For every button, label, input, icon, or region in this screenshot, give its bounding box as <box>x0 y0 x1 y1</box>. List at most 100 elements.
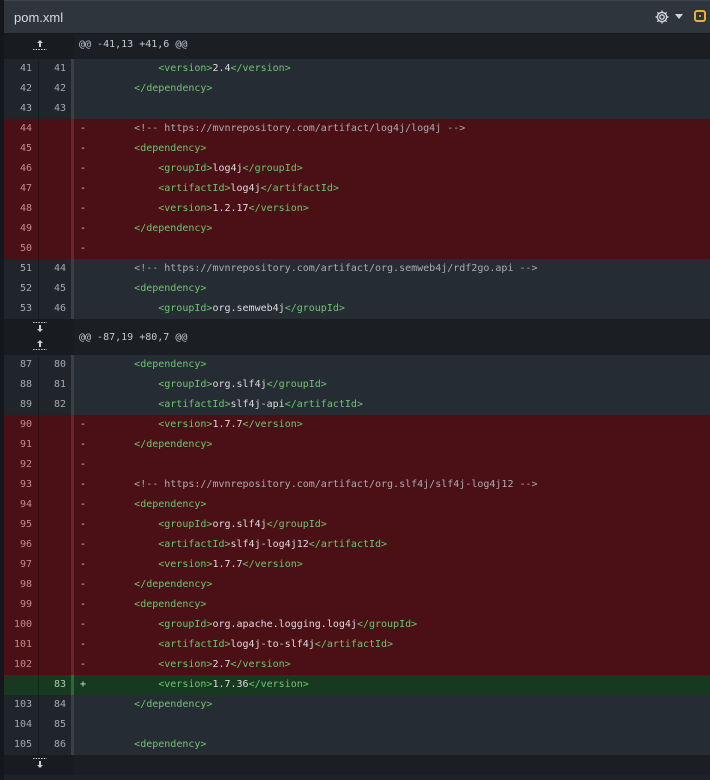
old-line-number[interactable]: 102 <box>4 655 38 675</box>
caret-down-icon[interactable] <box>675 14 683 19</box>
old-line-number[interactable]: 88 <box>4 375 38 395</box>
old-line-number[interactable]: 103 <box>4 695 38 715</box>
xml-tag: <groupId> <box>158 379 213 390</box>
new-line-number[interactable]: 84 <box>39 695 71 715</box>
new-line-number[interactable] <box>39 415 71 435</box>
new-line-number[interactable]: 44 <box>39 259 71 279</box>
xml-tag: <groupId> <box>158 519 213 530</box>
change-marker <box>71 455 74 475</box>
xml-tag: <artifactId> <box>158 639 231 650</box>
new-line-number[interactable] <box>39 495 71 515</box>
new-line-number[interactable] <box>39 435 71 455</box>
new-line-number[interactable]: 85 <box>39 715 71 735</box>
diff-sign: - <box>80 459 87 470</box>
expand-up-icon[interactable] <box>32 339 48 351</box>
xml-text: log4j <box>230 183 261 194</box>
old-line-number[interactable]: 93 <box>4 475 38 495</box>
code-line: <groupId>log4j</groupId> <box>86 159 303 179</box>
old-line-number[interactable]: 42 <box>4 79 38 99</box>
new-line-number[interactable] <box>39 199 71 219</box>
new-line-number[interactable] <box>39 575 71 595</box>
old-line-number[interactable]: 46 <box>4 159 38 179</box>
change-marker <box>71 355 74 375</box>
new-line-number[interactable] <box>39 535 71 555</box>
new-line-number[interactable] <box>39 475 71 495</box>
old-line-number[interactable]: 41 <box>4 59 38 79</box>
old-line-number[interactable]: 90 <box>4 415 38 435</box>
old-line-number[interactable]: 98 <box>4 575 38 595</box>
old-line-number[interactable]: 44 <box>4 119 38 139</box>
old-line-number[interactable]: 49 <box>4 219 38 239</box>
xml-tag: </dependency> <box>134 83 213 94</box>
expand-down-icon[interactable] <box>32 757 48 769</box>
old-line-number[interactable]: 43 <box>4 99 38 119</box>
old-line-number[interactable]: 95 <box>4 515 38 535</box>
new-line-number[interactable]: 43 <box>39 99 71 119</box>
new-line-number[interactable] <box>39 179 71 199</box>
xml-tag: <artifactId> <box>158 539 231 550</box>
old-line-number[interactable]: 45 <box>4 139 38 159</box>
old-line-number[interactable]: 92 <box>4 455 38 475</box>
xml-text: 2.4 <box>212 63 231 74</box>
old-line-number[interactable]: 51 <box>4 259 38 279</box>
old-line-number[interactable]: 99 <box>4 595 38 615</box>
new-line-number[interactable] <box>39 219 71 239</box>
new-line-number[interactable] <box>39 515 71 535</box>
xml-tag: <version> <box>158 679 213 690</box>
gear-icon[interactable] <box>654 9 670 25</box>
new-line-number[interactable]: 82 <box>39 395 71 415</box>
xml-tag: </version> <box>230 659 291 670</box>
old-line-number[interactable]: 48 <box>4 199 38 219</box>
old-line-number[interactable]: 91 <box>4 435 38 455</box>
expand-down-icon[interactable] <box>32 321 48 333</box>
expand-up-icon[interactable] <box>32 39 48 51</box>
old-line-number[interactable]: 96 <box>4 535 38 555</box>
old-line-number[interactable]: 101 <box>4 635 38 655</box>
new-line-number[interactable]: 42 <box>39 79 71 99</box>
old-line-number[interactable]: 53 <box>4 299 38 319</box>
new-line-number[interactable] <box>39 595 71 615</box>
change-marker <box>71 239 74 259</box>
old-line-number[interactable]: 87 <box>4 355 38 375</box>
new-line-number[interactable] <box>39 655 71 675</box>
code-line: <groupId>org.semweb4j</groupId> <box>86 299 345 319</box>
new-line-number[interactable] <box>39 615 71 635</box>
new-line-number[interactable]: 45 <box>39 279 71 299</box>
new-line-number[interactable]: 86 <box>39 735 71 755</box>
old-line-number[interactable]: 104 <box>4 715 38 735</box>
file-name[interactable]: pom.xml <box>14 10 63 25</box>
change-marker <box>71 495 74 515</box>
change-marker <box>71 615 74 635</box>
deleted-line: 50 - <box>4 239 710 259</box>
new-line-number[interactable] <box>39 555 71 575</box>
new-line-number[interactable]: 81 <box>39 375 71 395</box>
new-line-number[interactable] <box>39 119 71 139</box>
xml-tag: <dependency> <box>134 359 207 370</box>
old-line-number[interactable]: 89 <box>4 395 38 415</box>
new-line-number[interactable]: 80 <box>39 355 71 375</box>
new-line-number[interactable] <box>39 159 71 179</box>
old-line-number[interactable] <box>4 675 38 695</box>
old-line-number[interactable]: 94 <box>4 495 38 515</box>
new-line-number[interactable] <box>39 455 71 475</box>
new-line-number[interactable]: 41 <box>39 59 71 79</box>
old-line-number[interactable]: 105 <box>4 735 38 755</box>
old-line-number[interactable]: 52 <box>4 279 38 299</box>
new-line-number[interactable] <box>39 139 71 159</box>
new-line-number[interactable] <box>39 239 71 259</box>
old-line-number[interactable]: 47 <box>4 179 38 199</box>
new-line-number[interactable]: 83 <box>39 675 71 695</box>
code-line: <!-- https://mvnrepository.com/artifact/… <box>86 119 465 139</box>
comment-review-icon[interactable] <box>694 10 706 22</box>
change-marker <box>71 395 74 415</box>
new-line-number[interactable] <box>39 635 71 655</box>
code-line: <groupId>org.apache.logging.log4j</group… <box>86 615 417 635</box>
old-line-number[interactable]: 50 <box>4 239 38 259</box>
old-line-number[interactable]: 100 <box>4 615 38 635</box>
new-line-number[interactable]: 46 <box>39 299 71 319</box>
old-line-number[interactable]: 97 <box>4 555 38 575</box>
context-line: 53 46 <groupId>org.semweb4j</groupId> <box>4 299 710 319</box>
